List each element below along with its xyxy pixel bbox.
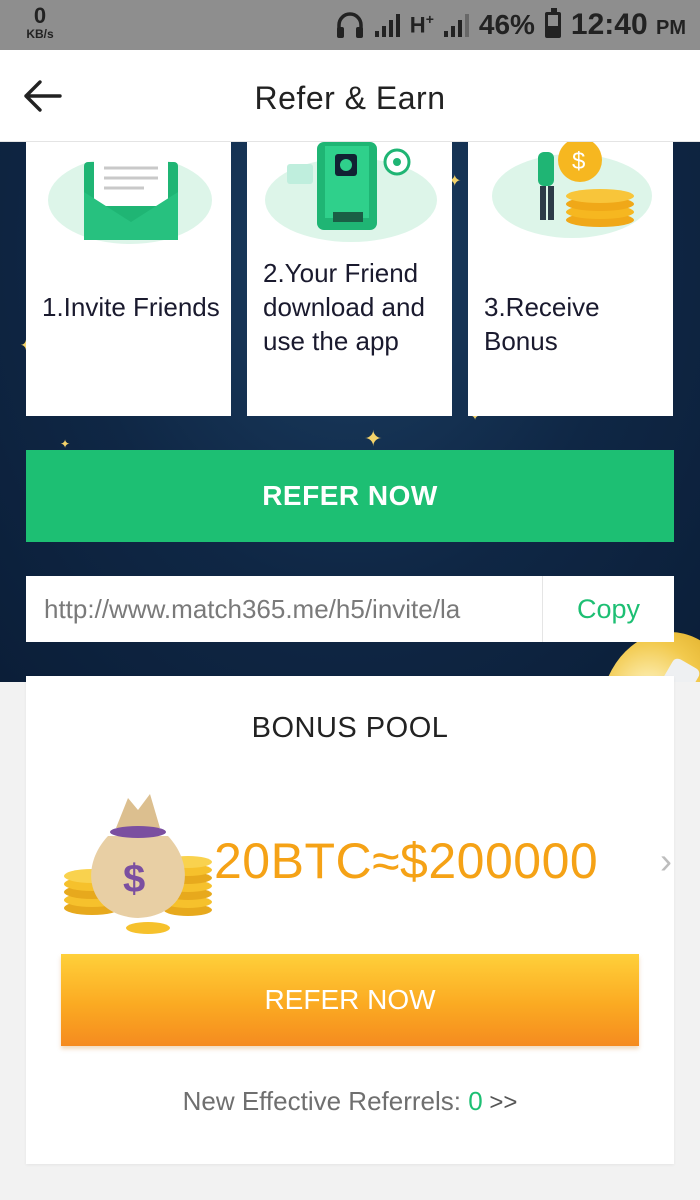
chevron-right-icon[interactable]: › — [660, 840, 672, 882]
new-referrals-more[interactable]: >> — [483, 1089, 517, 1116]
step-label: 2.Your Friend download and use the app — [263, 258, 425, 356]
invite-link-row: Copy — [26, 576, 674, 642]
network-speed: 0 KB/s — [18, 3, 62, 41]
refer-now-button-bonus[interactable]: REFER NOW — [61, 954, 639, 1046]
coins-icon: $ — [492, 142, 652, 238]
step-label: 1.Invite Friends — [42, 292, 220, 322]
envelope-icon — [48, 156, 212, 244]
network-type: H+ — [409, 11, 434, 38]
bonus-pool-card: BONUS POOL $ 20BTC≈$200000 › REFER NOW N… — [26, 676, 674, 1164]
headphones-icon — [336, 12, 363, 38]
step-card-bonus: $ 3.Receive Bonus — [468, 142, 673, 416]
step-label: 3.Receive Bonus — [484, 292, 600, 356]
page-title: Refer & Earn — [254, 80, 446, 116]
bonus-pool-title: BONUS POOL — [251, 712, 449, 744]
money-bag-icon: $ — [64, 794, 212, 934]
step-card-invite: 1.Invite Friends — [26, 142, 231, 416]
new-referrals-count: 0 — [468, 1086, 483, 1116]
network-speed-value: 0 — [33, 3, 47, 28]
star-decoration: ✦ — [364, 426, 383, 451]
star-decoration: ✦ — [60, 437, 71, 451]
app-header: Refer & Earn — [0, 50, 700, 142]
svg-text:$: $ — [572, 148, 585, 175]
battery-percent: 46% — [478, 9, 535, 40]
new-referrals-label: New Effective Referrels: — [182, 1086, 469, 1116]
signal-strength-icon — [374, 13, 400, 37]
signal-strength-icon-2 — [443, 13, 469, 37]
step-card-download: 2.Your Friend download and use the app — [247, 142, 452, 416]
refer-now-button[interactable]: REFER NOW — [26, 450, 674, 542]
clock: 12:40 PM — [570, 8, 686, 41]
copy-button[interactable]: Copy — [542, 576, 674, 642]
phone-download-icon — [265, 142, 437, 242]
bonus-pool-amount: 20BTC≈$200000 — [214, 833, 599, 889]
svg-text:$: $ — [123, 857, 145, 901]
new-referrals-row[interactable]: New Effective Referrels: 0 >> — [26, 1086, 674, 1117]
invite-link-field[interactable] — [26, 576, 542, 642]
status-bar: 0 KB/s H+ 46% 12:40 PM — [0, 0, 700, 50]
battery-icon — [544, 8, 561, 38]
network-speed-unit: KB/s — [26, 27, 54, 41]
